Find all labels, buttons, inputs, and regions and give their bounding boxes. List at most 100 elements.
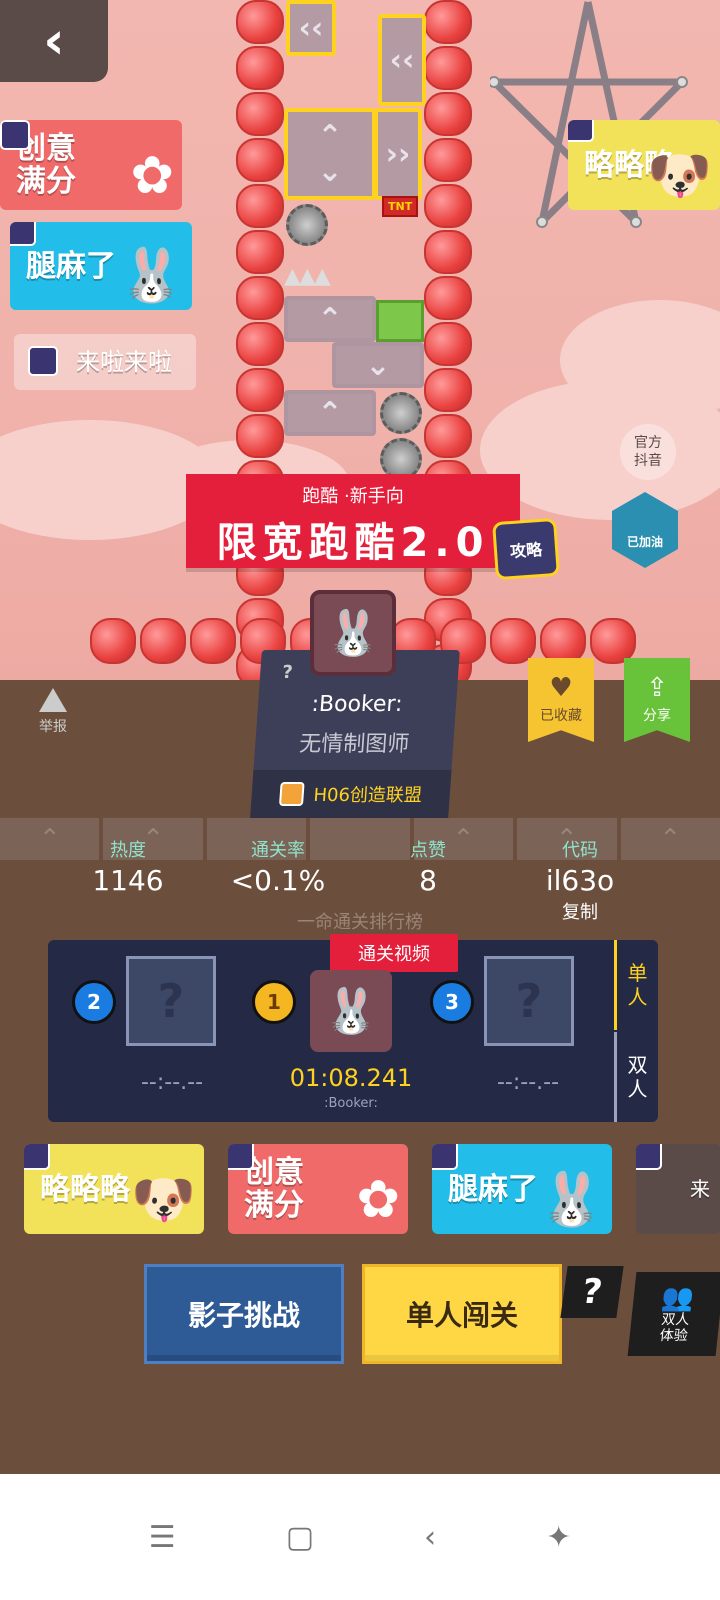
avatar (432, 1144, 458, 1170)
tnt-block: TNT (382, 196, 419, 217)
rank-3-time: --:--.-- (496, 1070, 560, 1095)
menu-icon[interactable]: ☰ (149, 1520, 176, 1555)
sticker-bleh[interactable]: 略略略 🐶 (24, 1144, 204, 1234)
stat-value: 8 (419, 864, 437, 897)
author-avatar[interactable]: 🐰 (310, 590, 396, 676)
report-button[interactable]: 举报 (28, 688, 78, 736)
rank-2-badge: 2 (72, 980, 116, 1024)
saw-hazard (380, 392, 422, 434)
tab-label: 双 人 (627, 1053, 648, 1101)
report-label: 举报 (39, 719, 67, 735)
accessibility-icon[interactable]: ✦ (546, 1520, 571, 1555)
arrow-block: ⌃ (284, 390, 376, 436)
shadow-challenge-button[interactable]: 影子挑战 (144, 1264, 344, 1364)
stat-label: 点赞 (410, 840, 446, 861)
help-mark: ? (281, 662, 294, 683)
official-douyin-button[interactable]: 官方 抖音 (620, 424, 676, 480)
lantern-column-left (236, 0, 286, 680)
sticker-row: 略略略 🐶 创意 满分 ✿ 腿麻了 🐰 来 (0, 1142, 720, 1236)
avatar (0, 120, 30, 150)
tab-label: 单 人 (627, 961, 648, 1009)
leaderboard-title: 一命通关排行榜 (297, 912, 423, 933)
back-icon[interactable]: ‹ (424, 1520, 436, 1555)
flower-icon: ✿ (356, 1170, 400, 1230)
duo-trial-button[interactable]: 👥 双人 体验 (627, 1272, 720, 1356)
avatar (228, 1144, 254, 1170)
rank-1-time: 01:08.241 (289, 1064, 413, 1092)
sticker-label: 来啦来啦 (76, 347, 172, 376)
sticker-bleh[interactable]: 略略略 🐶 (568, 120, 720, 210)
heart-icon: ♥ (549, 673, 573, 703)
saw-hazard (286, 204, 328, 246)
rabbit-face-icon: 🐰 (323, 986, 379, 1037)
clear-video-button[interactable]: 通关视频 (330, 934, 458, 972)
stat-likes: 点赞 8 (358, 836, 498, 897)
chevron-left-icon: ‹ (43, 11, 65, 71)
author-title: 无情制图师 (298, 732, 411, 757)
leaderboard: 通关视频 2 ? --:--.-- 1 🐰 01:08.241 :Booker:… (48, 934, 658, 1122)
stat-code: 代码 il63o (510, 836, 650, 897)
rank-3-avatar[interactable]: ? (484, 956, 574, 1046)
sticker-label: 略略略 (40, 1171, 130, 1207)
sticker-coming[interactable]: 来啦来啦 (14, 334, 196, 390)
level-category: 跑酷 ·新手向 (302, 486, 404, 507)
rabbit-face-icon: 🐰 (325, 608, 381, 659)
tab-two-player[interactable]: 双 人 (614, 1032, 658, 1122)
stat-value: 1146 (92, 864, 164, 897)
level-title: 限宽跑酷2.0 (216, 520, 490, 566)
system-nav-bar: ☰ ▢ ‹ ✦ (0, 1474, 720, 1600)
home-icon[interactable]: ▢ (286, 1520, 314, 1555)
sticker-numb-legs[interactable]: 腿麻了 🐰 (432, 1144, 612, 1234)
tab-single-player[interactable]: 单 人 (614, 940, 658, 1030)
stat-heat: 热度 1146 (58, 836, 198, 897)
duo-label: 双人 体验 (658, 1312, 691, 1344)
stat-clear-rate: 通关率 <0.1% (208, 836, 348, 897)
back-button[interactable]: ‹ (0, 0, 108, 82)
warning-icon (39, 688, 67, 712)
stat-value: il63o (545, 864, 615, 897)
official-label: 官方 抖音 (634, 435, 662, 469)
arrow-block: ⌄ (332, 342, 424, 388)
sticker-label: 来 (690, 1177, 710, 1201)
rank-1-avatar[interactable]: 🐰 (310, 970, 392, 1052)
rabbit-icon: 🐰 (119, 246, 184, 306)
arrow-block: ⌃ ⌄ (284, 108, 376, 200)
guild-icon (278, 782, 305, 806)
sticker-numb-legs[interactable]: 腿麻了 🐰 (10, 222, 192, 310)
guide-button[interactable]: 攻略 (492, 517, 560, 581)
lantern-column-right (424, 0, 474, 680)
rank-1-player: :Booker: (324, 1096, 378, 1111)
arrow-block: ‹‹ (286, 0, 336, 56)
avatar (24, 1144, 50, 1170)
share-button[interactable]: ⇪ 分享 (624, 658, 690, 742)
avatar (568, 120, 594, 142)
two-people-icon: 👥 (659, 1283, 696, 1313)
flower-icon: ✿ (130, 146, 174, 206)
author-guild[interactable]: H06创造联盟 (250, 770, 452, 818)
spike-hazard: ▲▲▲ (284, 264, 331, 289)
help-button[interactable]: ? (560, 1266, 624, 1318)
sticker-creative[interactable]: 创意 满分 ✿ (0, 120, 182, 210)
stat-label: 热度 (110, 840, 146, 861)
author-name: :Booker: (310, 692, 404, 717)
arrow-block: ⌃ (284, 296, 376, 342)
rank-2-avatar[interactable]: ? (126, 956, 216, 1046)
sticker-coming[interactable]: 来 (636, 1144, 720, 1234)
dog-icon: 🐶 (131, 1170, 196, 1230)
solo-play-button[interactable]: 单人闯关 (362, 1264, 562, 1364)
avatar (10, 222, 36, 246)
sticker-creative[interactable]: 创意 满分 ✿ (228, 1144, 408, 1234)
share-icon: ⇪ (646, 673, 668, 703)
guild-name: H06创造联盟 (312, 785, 423, 806)
grass-block (376, 300, 424, 342)
rank-2-time: --:--.-- (140, 1070, 204, 1095)
stat-value: <0.1% (230, 864, 326, 897)
arrow-block: ‹‹ (378, 14, 426, 106)
rank-3-badge: 3 (430, 980, 474, 1024)
stat-label: 通关率 (251, 840, 305, 861)
avatar (28, 346, 58, 376)
share-label: 分享 (643, 708, 671, 724)
favorite-button[interactable]: ♥ 已收藏 (528, 658, 594, 742)
sticker-label: 腿麻了 (26, 248, 116, 284)
joined-label: 已加油 (626, 535, 663, 549)
